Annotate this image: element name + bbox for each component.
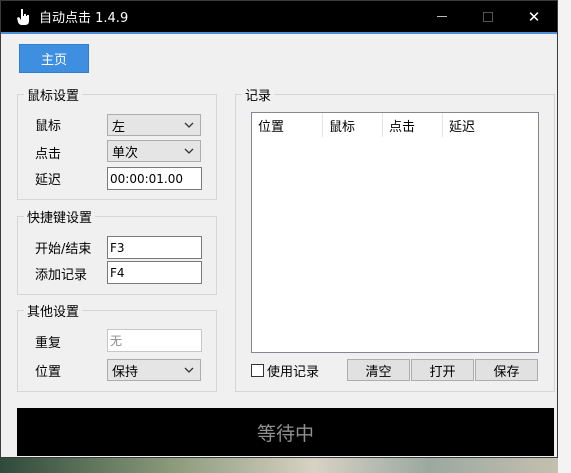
chevron-down-icon	[184, 367, 194, 373]
column-header-delay[interactable]: 延迟	[443, 113, 538, 137]
click-type-select[interactable]: 单次	[107, 140, 201, 162]
column-header-mouse[interactable]: 鼠标	[323, 113, 383, 137]
minimize-button[interactable]	[419, 1, 465, 32]
use-records-checkbox[interactable]: 使用记录	[251, 361, 319, 380]
records-legend: 记录	[245, 89, 272, 104]
click-type-value: 单次	[112, 145, 139, 161]
save-button[interactable]: 保存	[475, 359, 538, 381]
close-button[interactable]: ✕	[511, 1, 557, 32]
add-record-hotkey-input[interactable]: F4	[107, 261, 202, 284]
status-display[interactable]: 等待中	[17, 408, 554, 456]
minimize-icon	[437, 16, 447, 17]
column-header-click[interactable]: 点击	[383, 113, 443, 137]
use-records-label: 使用记录	[267, 365, 320, 380]
checkbox-box[interactable]	[251, 364, 264, 377]
mouse-settings-legend: 鼠标设置	[27, 89, 80, 104]
mouse-button-value: 左	[112, 119, 126, 135]
titlebar-divider	[1, 32, 557, 34]
open-button[interactable]: 打开	[411, 359, 474, 381]
column-header-position[interactable]: 位置	[252, 113, 323, 137]
maximize-icon	[483, 11, 493, 22]
background-window-edge	[558, 0, 571, 473]
other-settings-legend: 其他设置	[27, 305, 80, 320]
repeat-label: 重复	[35, 336, 62, 351]
records-list-header: 位置 鼠标 点击 延迟	[252, 113, 538, 137]
clear-button[interactable]: 清空	[347, 359, 410, 381]
close-icon: ✕	[527, 7, 541, 26]
title-bar[interactable]: 自动点击 1.4.9 ✕	[1, 1, 557, 32]
position-select[interactable]: 保持	[107, 359, 201, 381]
mouse-label: 鼠标	[35, 119, 62, 134]
window-title: 自动点击 1.4.9	[39, 11, 129, 26]
app-window: 自动点击 1.4.9 ✕ 主页 鼠标设置 鼠标 左 点击 单次 延迟 00:00…	[0, 0, 558, 458]
hotkey-settings-legend: 快捷键设置	[27, 211, 93, 226]
records-list[interactable]: 位置 鼠标 点击 延迟	[251, 112, 539, 353]
chevron-down-icon	[184, 148, 194, 154]
maximize-button[interactable]	[465, 1, 511, 32]
delay-label: 延迟	[35, 173, 62, 188]
click-label: 点击	[35, 147, 62, 162]
start-stop-hotkey-input[interactable]: F3	[107, 236, 202, 259]
repeat-input: 无	[107, 329, 202, 352]
position-value: 保持	[112, 364, 139, 380]
delay-input[interactable]: 00:00:01.00	[107, 167, 202, 190]
tab-home[interactable]: 主页	[19, 44, 89, 73]
start-stop-label: 开始/结束	[35, 242, 92, 257]
position-label: 位置	[35, 365, 62, 380]
add-record-label: 添加记录	[35, 268, 88, 283]
mouse-button-select[interactable]: 左	[107, 114, 201, 136]
chevron-down-icon	[184, 122, 194, 128]
hand-pointer-icon	[17, 8, 29, 25]
